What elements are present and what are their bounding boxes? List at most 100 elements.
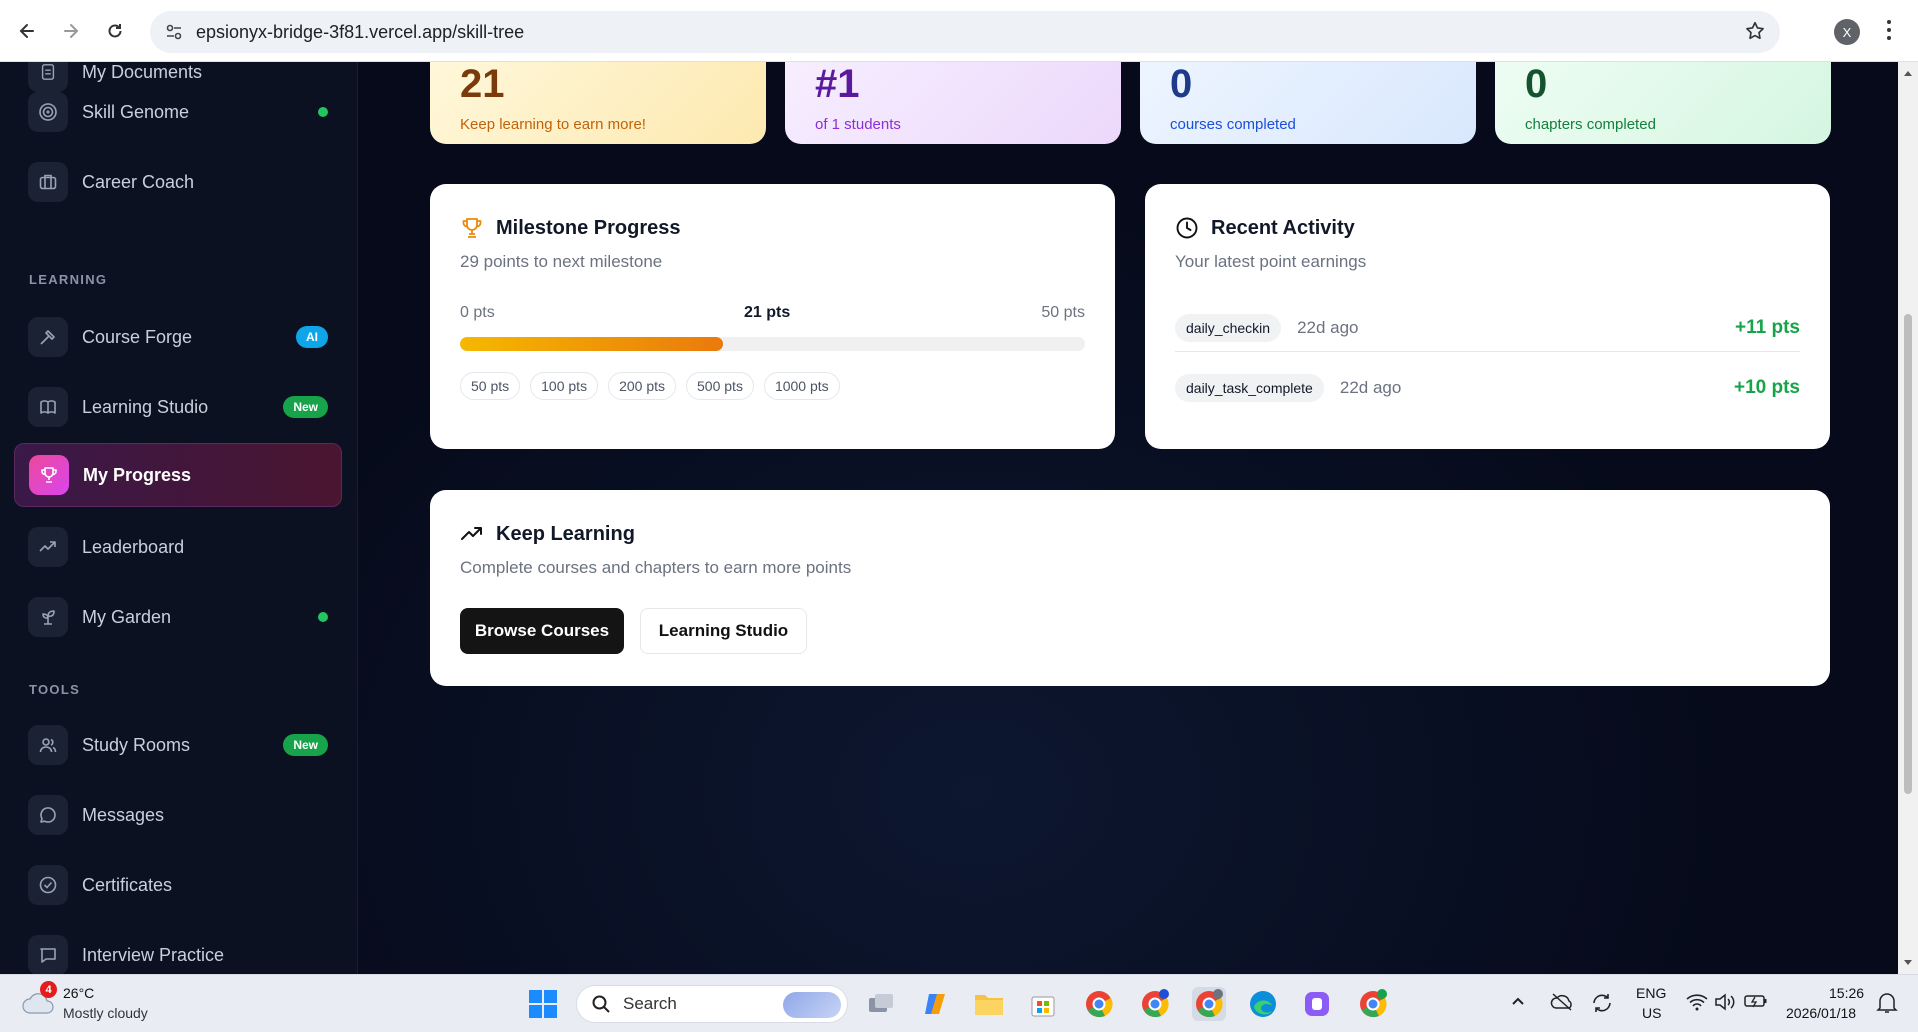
milestone-list: 50 pts 100 pts 200 pts 500 pts 1000 pts bbox=[460, 372, 850, 400]
clock-date: 2026/01/18 bbox=[1786, 1005, 1857, 1021]
sidebar-item-certificates[interactable]: Certificates bbox=[14, 853, 342, 917]
windows-taskbar: 4 26°C Mostly cloudy Search ENG US 15:26… bbox=[0, 974, 1918, 1032]
battery-icon[interactable] bbox=[1744, 993, 1768, 1014]
back-button[interactable] bbox=[10, 14, 44, 48]
more-menu-icon[interactable] bbox=[1886, 18, 1892, 47]
windows-logo-icon bbox=[529, 990, 557, 1018]
sidebar-item-my-progress[interactable]: My Progress bbox=[14, 443, 342, 507]
microsoft-store-icon[interactable] bbox=[1026, 987, 1060, 1021]
notification-bell-icon[interactable] bbox=[1876, 991, 1898, 1020]
trophy-icon bbox=[462, 218, 482, 238]
activity-points: +10 pts bbox=[1733, 377, 1800, 398]
scroll-thumb[interactable] bbox=[1904, 314, 1912, 794]
sidebar-item-interview-practice[interactable]: Interview Practice bbox=[14, 923, 342, 974]
sidebar-item-study-rooms[interactable]: Study Rooms New bbox=[14, 713, 342, 777]
page-scrollbar[interactable] bbox=[1898, 62, 1918, 974]
progress-fill bbox=[460, 337, 723, 351]
trophy-icon bbox=[29, 455, 69, 495]
main-content: 21 Keep learning to earn more! #1 of 1 s… bbox=[358, 62, 1898, 974]
clock-time[interactable]: 15:26 bbox=[1829, 985, 1864, 1001]
task-view-icon[interactable] bbox=[864, 987, 898, 1021]
stat-subtitle: Keep learning to earn more! bbox=[460, 116, 646, 133]
volume-icon[interactable] bbox=[1714, 993, 1736, 1016]
search-label: Search bbox=[623, 994, 677, 1013]
sidebar-item-leaderboard[interactable]: Leaderboard bbox=[14, 515, 342, 579]
stat-subtitle: of 1 students bbox=[815, 116, 901, 133]
profile-avatar[interactable]: X bbox=[1834, 19, 1860, 45]
edge-icon[interactable] bbox=[1246, 987, 1280, 1021]
activity-tag: daily_checkin bbox=[1175, 313, 1282, 342]
activity-title: Recent Activity bbox=[1175, 216, 1355, 240]
sidebar: My Documents Skill Genome Career Coach L… bbox=[0, 62, 358, 974]
start-button[interactable] bbox=[526, 987, 560, 1021]
chrome-profile-green-icon[interactable] bbox=[1356, 987, 1390, 1021]
taskbar-search[interactable]: Search bbox=[576, 985, 848, 1023]
stat-card-chapters: 0 chapters completed bbox=[1495, 62, 1831, 144]
sidebar-item-label: My Garden bbox=[82, 606, 172, 627]
learning-studio-button[interactable]: Learning Studio bbox=[640, 608, 807, 654]
status-dot bbox=[318, 612, 328, 622]
keep-learning-title: Keep Learning bbox=[460, 522, 635, 546]
url-text[interactable]: epsionyx-bridge-3f81.vercel.app/skill-tr… bbox=[196, 22, 524, 43]
stat-value: 0 bbox=[1525, 62, 1548, 106]
milestone-pill: 1000 pts bbox=[763, 372, 840, 400]
message-circle-icon bbox=[28, 795, 68, 835]
sidebar-item-label: Certificates bbox=[82, 874, 173, 895]
stat-value: 21 bbox=[460, 62, 505, 106]
hammer-icon bbox=[28, 317, 68, 357]
trending-up-icon bbox=[28, 527, 68, 567]
wifi-icon[interactable] bbox=[1686, 993, 1708, 1016]
stat-card-points: 21 Keep learning to earn more! bbox=[430, 62, 766, 144]
chrome-icon[interactable] bbox=[1082, 987, 1116, 1021]
arrow-left-icon bbox=[19, 24, 34, 38]
sidebar-item-my-garden[interactable]: My Garden bbox=[14, 585, 342, 649]
sidebar-item-messages[interactable]: Messages bbox=[14, 783, 342, 847]
status-dot bbox=[318, 107, 328, 117]
progress-current-label: 21 pts bbox=[744, 304, 791, 321]
copilot-icon[interactable] bbox=[918, 987, 952, 1021]
milestone-subtitle: 29 points to next milestone bbox=[460, 252, 663, 271]
site-info-icon[interactable] bbox=[164, 22, 184, 47]
cloud-off-icon[interactable] bbox=[1550, 991, 1574, 1018]
recent-activity-card: Recent Activity Your latest point earnin… bbox=[1145, 184, 1830, 449]
reload-button[interactable] bbox=[98, 14, 132, 48]
search-highlight-image bbox=[783, 992, 841, 1018]
purple-app-icon[interactable] bbox=[1300, 987, 1334, 1021]
activity-subtitle: Your latest point earnings bbox=[1175, 252, 1367, 271]
ai-badge: AI bbox=[296, 326, 328, 348]
milestone-title: Milestone Progress bbox=[460, 216, 681, 240]
milestone-pill: 200 pts bbox=[608, 372, 677, 400]
sidebar-item-label: Interview Practice bbox=[82, 944, 225, 965]
stat-card-courses: 0 courses completed bbox=[1140, 62, 1476, 144]
file-explorer-icon[interactable] bbox=[972, 987, 1006, 1021]
briefcase-icon bbox=[28, 162, 68, 202]
milestone-progress-card: Milestone Progress 29 points to next mil… bbox=[430, 184, 1115, 449]
reload-icon bbox=[108, 24, 122, 38]
keep-learning-title-text: Keep Learning bbox=[496, 522, 635, 545]
chrome-profile-t-icon[interactable] bbox=[1138, 987, 1172, 1021]
activity-time: 22d ago bbox=[1297, 317, 1359, 337]
sync-icon[interactable] bbox=[1590, 991, 1614, 1020]
new-badge: New bbox=[283, 734, 328, 756]
section-label-learning: LEARNING bbox=[29, 272, 108, 287]
sidebar-item-learning-studio[interactable]: Learning Studio New bbox=[14, 375, 342, 439]
sidebar-item-skill-genome[interactable]: Skill Genome bbox=[14, 80, 342, 144]
sidebar-item-course-forge[interactable]: Course Forge AI bbox=[14, 305, 342, 369]
milestone-pill: 500 pts bbox=[686, 372, 754, 400]
section-label-tools: TOOLS bbox=[29, 682, 81, 697]
address-bar[interactable]: epsionyx-bridge-3f81.vercel.app/skill-tr… bbox=[150, 11, 1780, 53]
stat-subtitle: courses completed bbox=[1170, 116, 1296, 133]
sprout-icon bbox=[28, 597, 68, 637]
language-indicator[interactable]: ENG bbox=[1636, 985, 1666, 1001]
activity-title-text: Recent Activity bbox=[1211, 216, 1355, 239]
scroll-down-icon bbox=[1904, 960, 1912, 965]
sidebar-item-label: My Progress bbox=[83, 464, 192, 485]
bookmark-star-icon[interactable] bbox=[1744, 20, 1766, 47]
sidebar-item-career-coach[interactable]: Career Coach bbox=[14, 150, 342, 214]
forward-button[interactable] bbox=[54, 14, 88, 48]
show-hidden-icons-chevron-icon[interactable] bbox=[1510, 993, 1526, 1014]
sidebar-item-label: Skill Genome bbox=[82, 101, 190, 122]
chrome-profile-x-icon[interactable] bbox=[1192, 987, 1226, 1021]
weather-widget[interactable]: 4 bbox=[20, 981, 57, 1024]
browse-courses-button[interactable]: Browse Courses bbox=[460, 608, 624, 654]
